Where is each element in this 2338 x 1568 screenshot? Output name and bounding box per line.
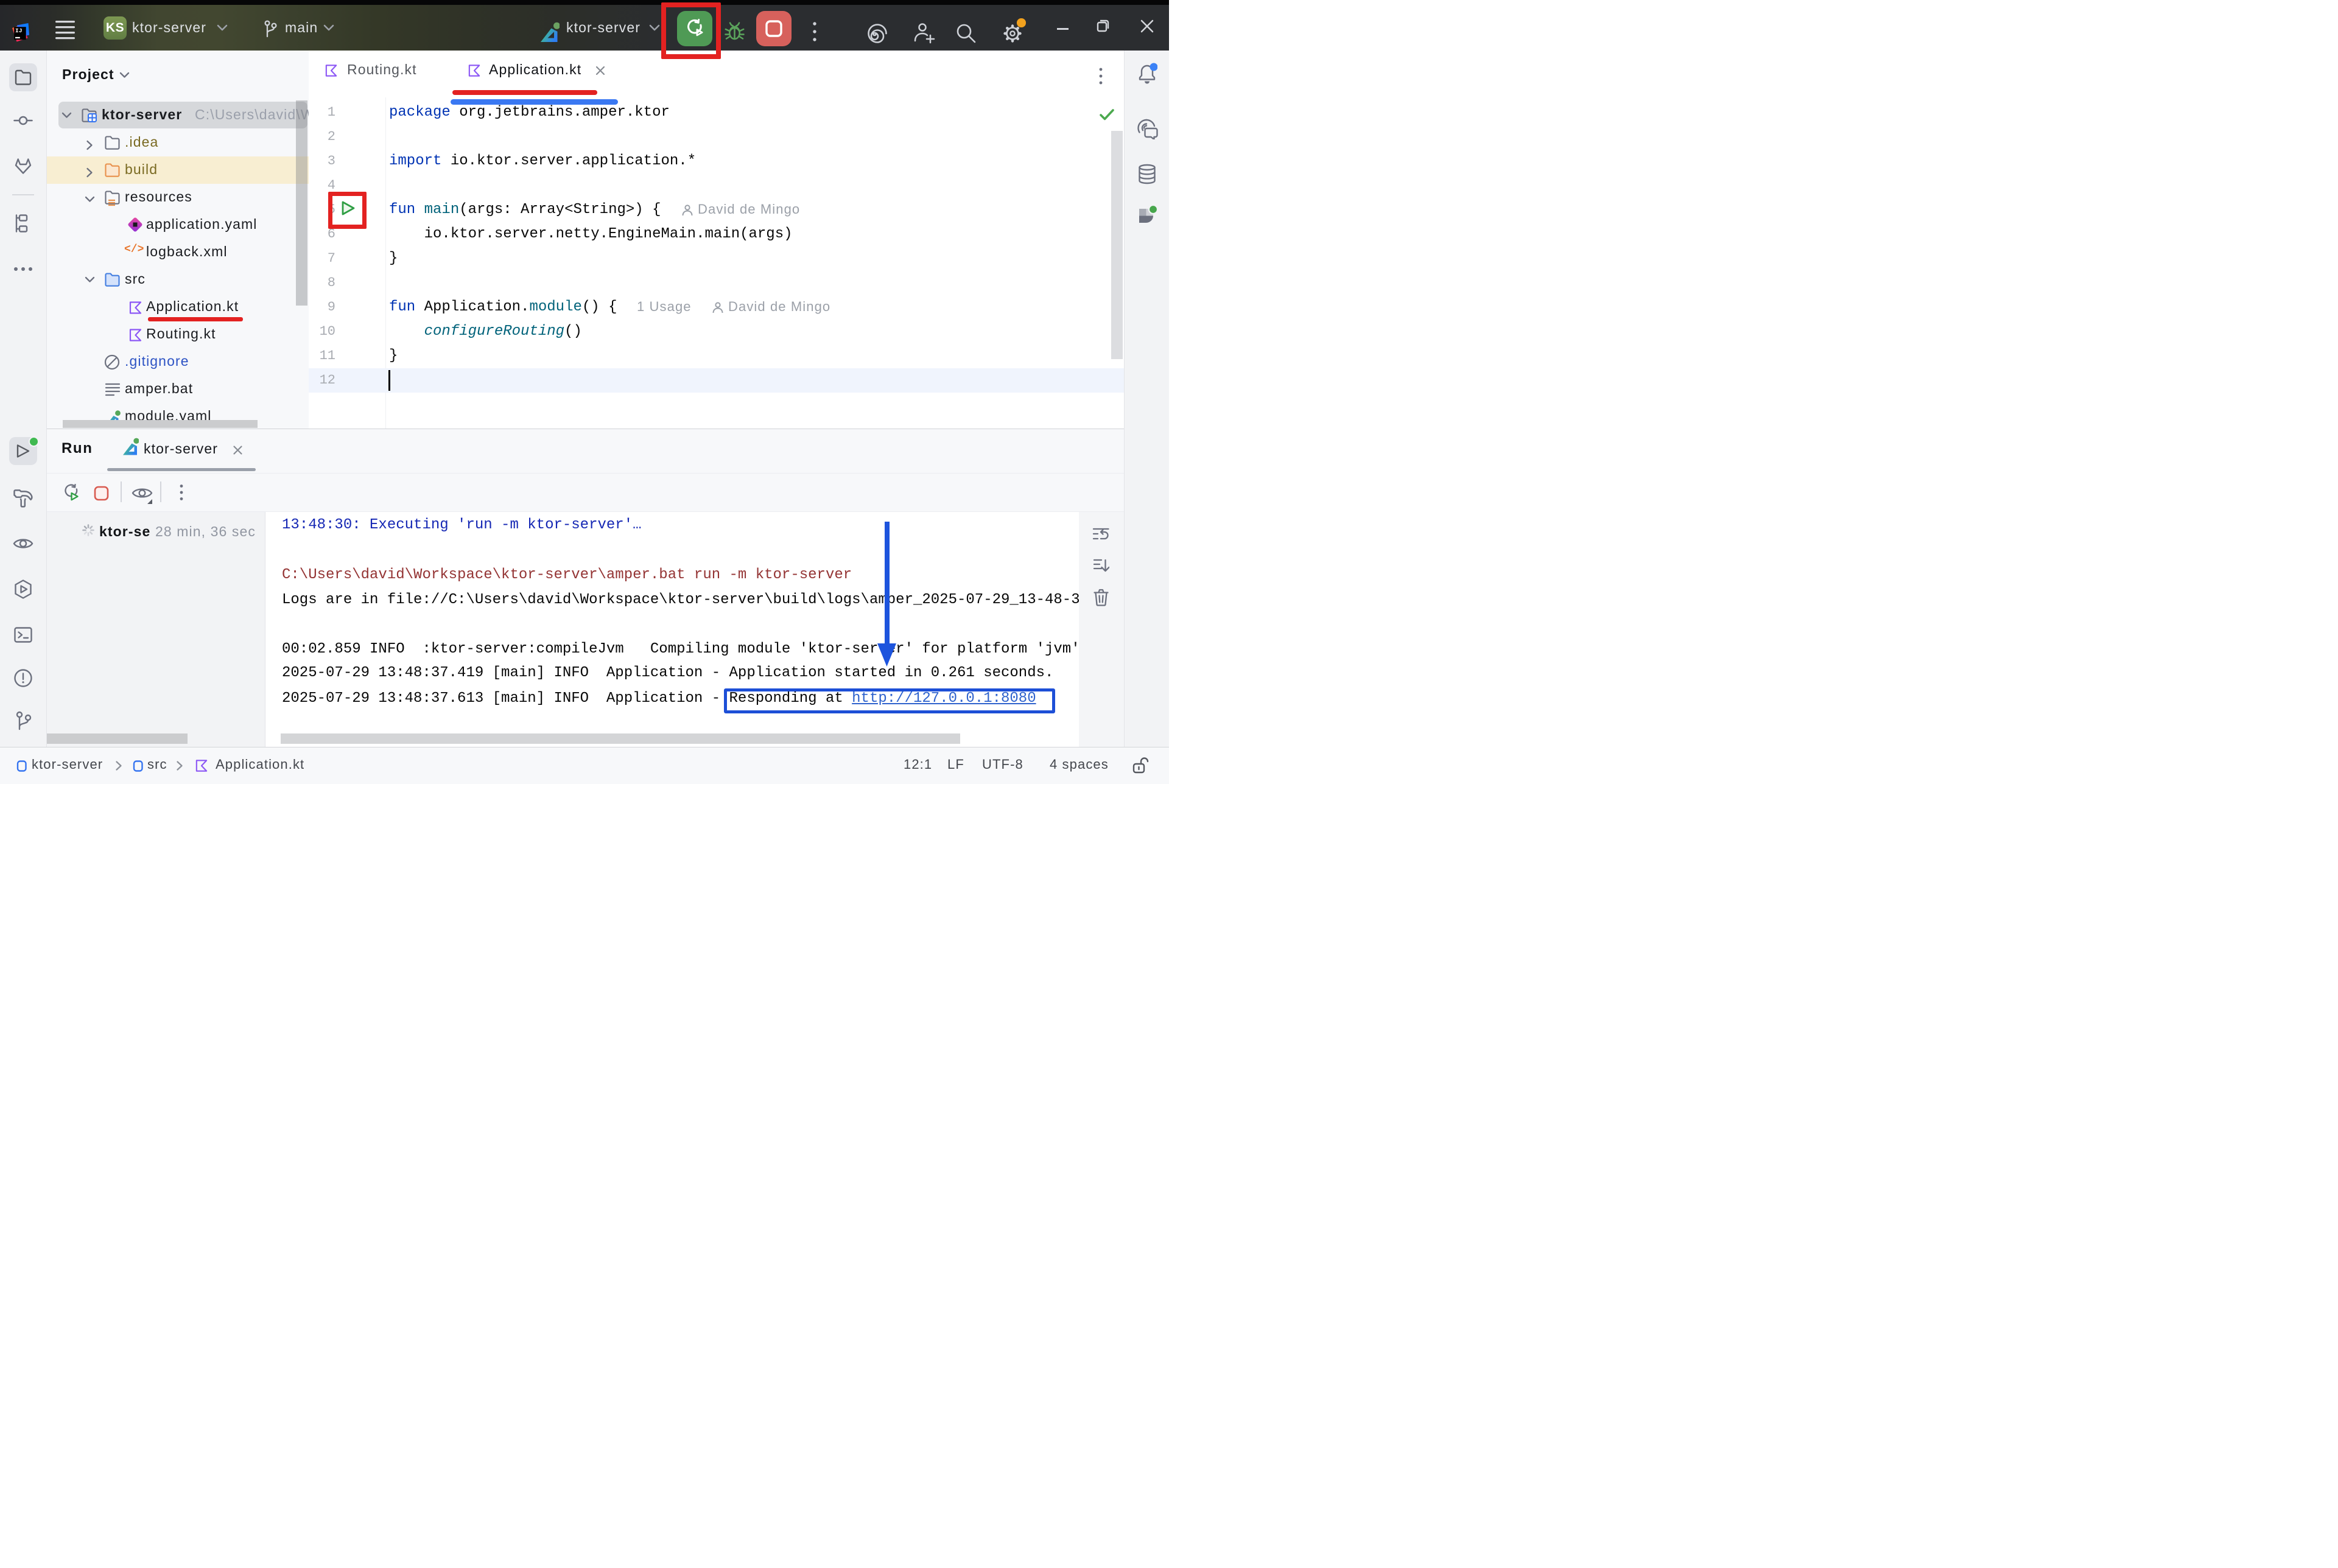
svg-text:IJ: IJ	[15, 27, 22, 34]
